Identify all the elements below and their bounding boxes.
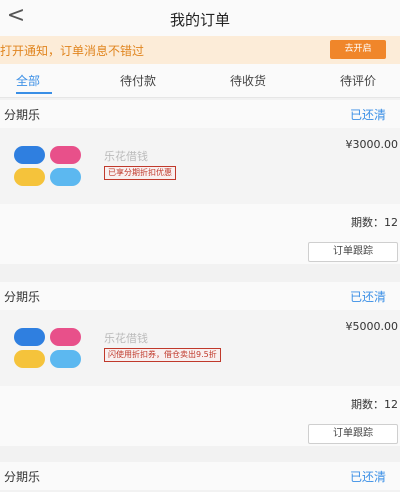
order-status: 已还清 xyxy=(350,290,387,304)
promo-tag: 已享分期折扣优惠 xyxy=(104,166,176,180)
order-product[interactable]: 乐花借钱 已享分期折扣优惠 ¥3000.00 xyxy=(0,128,400,204)
seller-name: 分期乐 xyxy=(4,290,41,304)
order-card[interactable]: 分期乐 已还清 乐花借钱 已享分期折扣优惠 ¥3000.00 期数：12 订单跟… xyxy=(0,100,400,264)
order-footer: 期数：12 订单跟踪 xyxy=(0,204,400,264)
header-bar: < 我的订单 xyxy=(0,0,400,36)
tab-all[interactable]: 全部 xyxy=(16,72,40,89)
logo-petal-pink xyxy=(50,146,81,164)
order-tracking-button[interactable]: 订单跟踪 xyxy=(308,242,398,262)
order-header: 分期乐 已还清 xyxy=(0,100,400,128)
order-status: 已还清 xyxy=(350,108,387,122)
seller-name: 分期乐 xyxy=(4,470,41,484)
tab-pending-review[interactable]: 待评价 xyxy=(340,72,376,89)
order-product[interactable]: 乐花借钱 闪使用折扣券，借仓卖出9.5折 ¥5000.00 xyxy=(0,310,400,386)
logo-petal-sky xyxy=(50,168,81,186)
order-tracking-button[interactable]: 订单跟踪 xyxy=(308,424,398,444)
product-logo-icon xyxy=(14,328,82,368)
logo-petal-sky xyxy=(50,350,81,368)
order-card[interactable]: 分期乐 已还清 乐花借钱 闪使用折扣券，借仓卖出9.5折 ¥5000.00 期数… xyxy=(0,282,400,446)
logo-petal-yellow xyxy=(14,168,45,186)
tab-pending-receipt[interactable]: 待收货 xyxy=(230,72,266,89)
promo-tag: 闪使用折扣券，借仓卖出9.5折 xyxy=(104,348,221,362)
order-status: 已还清 xyxy=(350,470,387,484)
active-tab-indicator xyxy=(16,92,52,94)
logo-petal-pink xyxy=(50,328,81,346)
notification-text: 打开通知，订单消息不错过 xyxy=(0,44,145,58)
order-price: ¥5000.00 xyxy=(345,320,399,333)
seller-name: 分期乐 xyxy=(4,108,41,122)
product-logo-icon xyxy=(14,146,82,186)
order-tabs: 全部 待付款 待收货 待评价 xyxy=(0,64,400,98)
logo-petal-yellow xyxy=(14,350,45,368)
enable-notification-button[interactable]: 去开启 xyxy=(330,40,386,59)
order-header: 分期乐 已还清 xyxy=(0,282,400,310)
product-name: 乐花借钱 xyxy=(104,332,148,345)
product-name: 乐花借钱 xyxy=(104,150,148,163)
logo-petal-blue xyxy=(14,328,45,346)
page-title: 我的订单 xyxy=(169,11,230,29)
tab-pending-payment[interactable]: 待付款 xyxy=(120,72,156,89)
order-card[interactable]: 分期乐 已还清 xyxy=(0,462,400,492)
installment-periods: 期数：12 xyxy=(351,398,398,411)
order-header: 分期乐 已还清 xyxy=(0,462,400,490)
order-price: ¥3000.00 xyxy=(345,138,399,151)
installment-periods: 期数：12 xyxy=(351,216,398,229)
order-footer: 期数：12 订单跟踪 xyxy=(0,386,400,446)
logo-petal-blue xyxy=(14,146,45,164)
